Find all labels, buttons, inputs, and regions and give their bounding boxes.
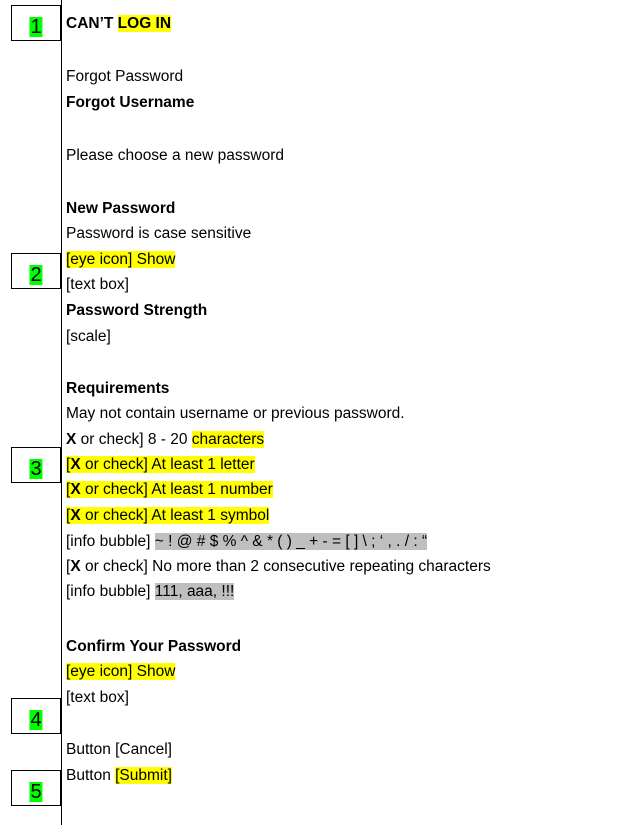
forgot-password-link[interactable]: Forgot Password (66, 67, 183, 86)
repeating-info-bubble[interactable]: [info bubble] 111, aaa, !!! (66, 582, 235, 601)
step-marker-2: 2 (11, 253, 61, 289)
step-marker-3: 3 (11, 447, 61, 483)
step-marker-4: 4 (11, 698, 61, 734)
page-title: CAN’T LOG IN (66, 15, 172, 32)
requirement-repeating: [X or check] No more than 2 consecutive … (66, 558, 491, 575)
requirement-length: X or check] 8 - 20 characters (66, 431, 265, 448)
requirements-heading: Requirements (66, 380, 170, 397)
requirements-note: May not contain username or previous pas… (66, 405, 405, 422)
show-password-toggle[interactable]: [eye icon] Show (66, 250, 176, 269)
step-marker-5: 5 (11, 770, 61, 806)
step-marker-1: 1 (11, 5, 61, 41)
new-password-heading: New Password (66, 200, 176, 217)
requirement-letter: [X or check] At least 1 letter (66, 456, 255, 473)
case-sensitive-note: Password is case sensitive (66, 225, 252, 242)
new-password-input[interactable]: [text box] (66, 275, 129, 294)
show-confirm-toggle[interactable]: [eye icon] Show (66, 662, 176, 681)
submit-button[interactable]: Button [Submit] (66, 766, 172, 785)
requirement-symbol: [X or check] At least 1 symbol (66, 507, 270, 524)
confirm-password-input[interactable]: [text box] (66, 688, 129, 707)
password-strength-heading: Password Strength (66, 302, 208, 319)
intro-text: Please choose a new password (66, 147, 284, 164)
flow-line (61, 0, 62, 825)
confirm-password-heading: Confirm Your Password (66, 638, 242, 655)
symbols-info-bubble[interactable]: [info bubble] ~ ! @ # $ % ^ & * ( ) _ + … (66, 532, 428, 551)
forgot-username-link[interactable]: Forgot Username (66, 93, 194, 112)
password-strength-scale: [scale] (66, 328, 111, 345)
cancel-button[interactable]: Button [Cancel] (66, 740, 172, 759)
requirement-number: [X or check] At least 1 number (66, 481, 273, 498)
